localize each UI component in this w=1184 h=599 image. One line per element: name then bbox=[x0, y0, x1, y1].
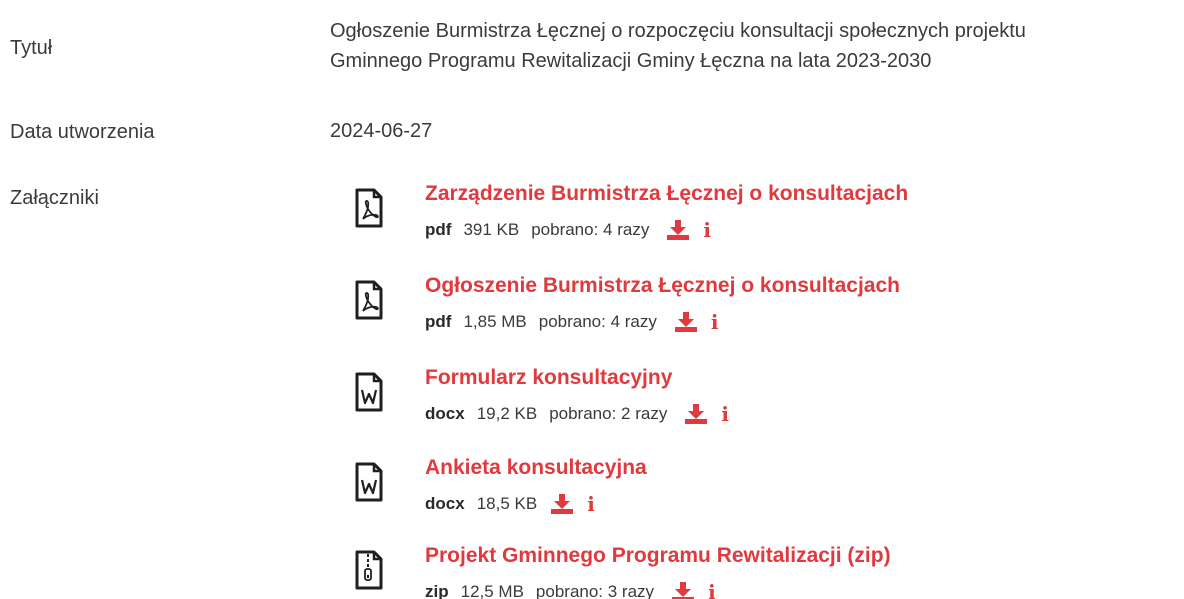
attachment-link[interactable]: Projekt Gminnego Programu Rewitalizacji … bbox=[425, 544, 891, 568]
attachment-item: Ankieta konsultacyjna docx 18,5 KB i bbox=[352, 454, 1172, 524]
download-icon[interactable] bbox=[685, 404, 708, 424]
word-file-icon bbox=[355, 462, 383, 502]
info-icon[interactable]: i bbox=[708, 582, 716, 599]
attachment-item: Zarządzenie Burmistrza Łęcznej o konsult… bbox=[352, 180, 1172, 250]
attachment-item: Ogłoszenie Burmistrza Łęcznej o konsulta… bbox=[352, 272, 1172, 342]
date-value: 2024-06-27 bbox=[330, 120, 433, 142]
file-extension: docx bbox=[425, 404, 465, 423]
download-count: pobrano: 4 razy bbox=[531, 220, 650, 239]
file-extension: pdf bbox=[425, 312, 452, 331]
file-extension: pdf bbox=[425, 220, 452, 239]
word-file-icon bbox=[355, 372, 383, 412]
download-count: pobrano: 4 razy bbox=[538, 312, 657, 331]
date-label: Data utworzenia bbox=[10, 121, 155, 143]
file-size: 12,5 MB bbox=[460, 582, 524, 599]
attachment-link[interactable]: Ogłoszenie Burmistrza Łęcznej o konsulta… bbox=[425, 274, 900, 298]
info-icon[interactable]: i bbox=[703, 220, 711, 240]
attachment-link[interactable]: Formularz konsultacyjny bbox=[425, 366, 672, 390]
pdf-file-icon bbox=[355, 280, 383, 320]
title-label: Tytuł bbox=[10, 37, 53, 59]
file-size: 1,85 MB bbox=[463, 312, 527, 331]
info-icon[interactable]: i bbox=[721, 404, 729, 424]
attachment-meta: pdf 391 KB pobrano: 4 razy i bbox=[425, 220, 711, 240]
document-details-page: Tytuł Ogłoszenie Burmistrza Łęcznej o ro… bbox=[0, 0, 1184, 599]
attachments-label: Załączniki bbox=[10, 187, 99, 209]
title-value-line-2: Gminnego Programu Rewitalizacji Gminy Łę… bbox=[330, 50, 932, 72]
title-value-line-1: Ogłoszenie Burmistrza Łęcznej o rozpoczę… bbox=[330, 20, 1026, 42]
attachment-item: Projekt Gminnego Programu Rewitalizacji … bbox=[352, 542, 1172, 599]
download-icon[interactable] bbox=[672, 582, 695, 599]
attachment-meta: docx 18,5 KB i bbox=[425, 494, 595, 514]
attachment-link[interactable]: Zarządzenie Burmistrza Łęcznej o konsult… bbox=[425, 182, 908, 206]
attachment-link[interactable]: Ankieta konsultacyjna bbox=[425, 456, 647, 480]
file-extension: zip bbox=[425, 582, 449, 599]
file-extension: docx bbox=[425, 494, 465, 513]
download-count: pobrano: 3 razy bbox=[535, 582, 655, 599]
download-icon[interactable] bbox=[674, 312, 697, 332]
file-size: 391 KB bbox=[463, 220, 520, 239]
info-icon[interactable]: i bbox=[711, 312, 719, 332]
attachment-meta: docx 19,2 KB pobrano: 2 razy i bbox=[425, 404, 729, 424]
download-icon[interactable] bbox=[551, 494, 574, 514]
attachment-meta: zip 12,5 MB pobrano: 3 razy i bbox=[425, 582, 716, 599]
file-size: 19,2 KB bbox=[476, 404, 538, 423]
title-value: Ogłoszenie Burmistrza Łęcznej o rozpoczę… bbox=[330, 16, 1184, 76]
attachment-meta: pdf 1,85 MB pobrano: 4 razy i bbox=[425, 312, 719, 332]
zip-file-icon bbox=[355, 550, 383, 590]
download-count: pobrano: 2 razy bbox=[549, 404, 668, 423]
attachment-item: Formularz konsultacyjny docx 19,2 KB pob… bbox=[352, 364, 1172, 434]
download-icon[interactable] bbox=[667, 220, 690, 240]
file-size: 18,5 KB bbox=[476, 494, 538, 513]
pdf-file-icon bbox=[355, 188, 383, 228]
info-icon[interactable]: i bbox=[587, 494, 595, 514]
